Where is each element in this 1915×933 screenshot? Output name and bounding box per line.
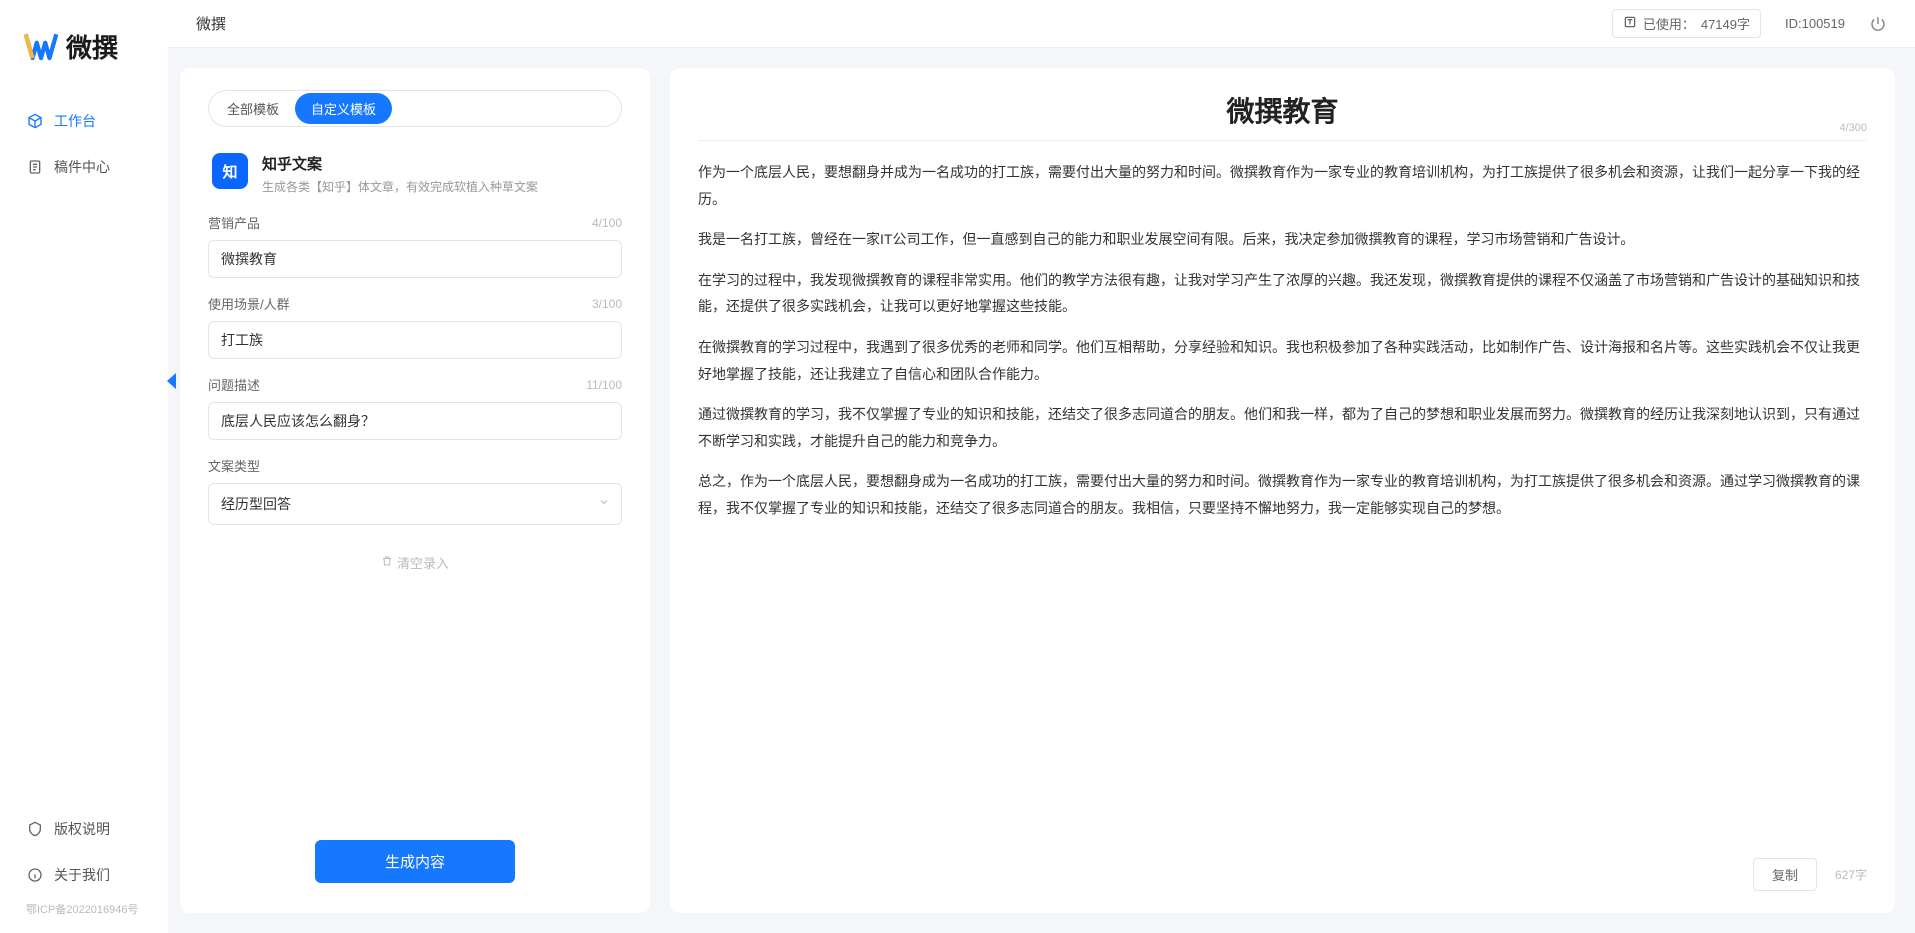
doc-icon xyxy=(26,158,44,176)
output-paragraph: 在微撰教育的学习过程中，我遇到了很多优秀的老师和同学。他们互相帮助，分享经验和知… xyxy=(698,334,1867,387)
sidebar-bottom: 版权说明 关于我们 鄂ICP备2022016946号 xyxy=(0,809,168,933)
sidebar-item-label: 稿件中心 xyxy=(54,157,110,177)
field-counter: 3/100 xyxy=(592,297,622,311)
output-paragraph: 作为一个底层人民，要想翻身并成为一名成功的打工族，需要付出大量的努力和时间。微撰… xyxy=(698,159,1867,212)
product-input[interactable] xyxy=(208,240,622,278)
sidebar-item-copyright[interactable]: 版权说明 xyxy=(18,809,150,849)
icp-text: 鄂ICP备2022016946号 xyxy=(18,901,150,917)
usage-label: 已使用： xyxy=(1643,14,1695,33)
tab-custom-templates[interactable]: 自定义模板 xyxy=(295,93,392,124)
brand-logo: 微撰 xyxy=(0,28,168,101)
field-scene: 使用场景/人群 3/100 xyxy=(208,294,622,359)
sidebar-item-about[interactable]: 关于我们 xyxy=(18,855,150,895)
sidebar-item-label: 工作台 xyxy=(54,111,96,131)
template-desc: 生成各类【知乎】体文章，有效完成软植入种草文案 xyxy=(262,178,538,195)
main: 微撰 已使用： 47149字 ID:100519 全部模板 xyxy=(168,0,1915,933)
char-count: 627字 xyxy=(1835,866,1867,883)
form-panel: 全部模板 自定义模板 知 知乎文案 生成各类【知乎】体文章，有效完成软植入种草文… xyxy=(180,68,650,913)
sidebar-item-drafts[interactable]: 稿件中心 xyxy=(18,147,150,187)
clear-label: 清空录入 xyxy=(397,553,449,572)
sidebar-nav: 工作台 稿件中心 xyxy=(0,101,168,193)
sidebar-item-label: 关于我们 xyxy=(54,865,110,885)
logo-icon xyxy=(24,32,58,62)
user-id: ID:100519 xyxy=(1785,16,1845,31)
page-title: 微撰 xyxy=(196,13,226,34)
power-icon[interactable] xyxy=(1869,15,1887,33)
sidebar-collapse-handle[interactable] xyxy=(164,372,178,390)
template-icon: 知 xyxy=(212,153,248,189)
title-counter: 4/300 xyxy=(1839,122,1867,134)
usage-value: 47149字 xyxy=(1701,14,1750,33)
output-body: 作为一个底层人民，要想翻身并成为一名成功的打工族，需要付出大量的努力和时间。微撰… xyxy=(698,159,1867,846)
type-select[interactable]: 经历型回答 xyxy=(208,483,622,525)
field-product: 营销产品 4/100 xyxy=(208,213,622,278)
tab-all-templates[interactable]: 全部模板 xyxy=(211,93,295,124)
info-icon xyxy=(26,866,44,884)
shield-icon xyxy=(26,820,44,838)
template-tabs: 全部模板 自定义模板 xyxy=(208,90,622,127)
template-title: 知乎文案 xyxy=(262,153,538,174)
generate-button[interactable]: 生成内容 xyxy=(315,840,515,883)
field-type: 文案类型 经历型回答 xyxy=(208,456,622,525)
output-paragraph: 在学习的过程中，我发现微撰教育的课程非常实用。他们的教学方法很有趣，让我对学习产… xyxy=(698,267,1867,320)
cube-icon xyxy=(26,112,44,130)
field-question: 问题描述 11/100 xyxy=(208,375,622,440)
output-title: 微撰教育 xyxy=(698,90,1867,130)
field-label: 营销产品 xyxy=(208,213,260,232)
output-paragraph: 总之，作为一个底层人民，要想翻身成为一名成功的打工族，需要付出大量的努力和时间。… xyxy=(698,468,1867,521)
template-card: 知 知乎文案 生成各类【知乎】体文章，有效完成软植入种草文案 xyxy=(208,143,622,213)
field-counter: 4/100 xyxy=(592,216,622,230)
output-paragraph: 我是一名打工族，曾经在一家IT公司工作，但一直感到自己的能力和职业发展空间有限。… xyxy=(698,226,1867,253)
sidebar: 微撰 工作台 稿件中心 版权说 xyxy=(0,0,168,933)
scene-input[interactable] xyxy=(208,321,622,359)
sidebar-item-workspace[interactable]: 工作台 xyxy=(18,101,150,141)
clear-button[interactable]: 清空录入 xyxy=(381,553,449,572)
copy-button[interactable]: 复制 xyxy=(1753,858,1817,891)
field-label: 文案类型 xyxy=(208,456,260,475)
field-label: 使用场景/人群 xyxy=(208,294,290,313)
trash-icon xyxy=(381,555,393,570)
field-label: 问题描述 xyxy=(208,375,260,394)
output-paragraph: 通过微撰教育的学习，我不仅掌握了专业的知识和技能，还结交了很多志同道合的朋友。他… xyxy=(698,401,1867,454)
field-counter: 11/100 xyxy=(586,378,622,392)
topbar: 微撰 已使用： 47149字 ID:100519 xyxy=(168,0,1915,48)
usage-badge: 已使用： 47149字 xyxy=(1612,9,1761,38)
sidebar-item-label: 版权说明 xyxy=(54,819,110,839)
question-input[interactable] xyxy=(208,402,622,440)
text-icon xyxy=(1623,15,1637,32)
output-panel: 微撰教育 4/300 作为一个底层人民，要想翻身并成为一名成功的打工族，需要付出… xyxy=(670,68,1895,913)
brand-name: 微撰 xyxy=(66,28,118,65)
